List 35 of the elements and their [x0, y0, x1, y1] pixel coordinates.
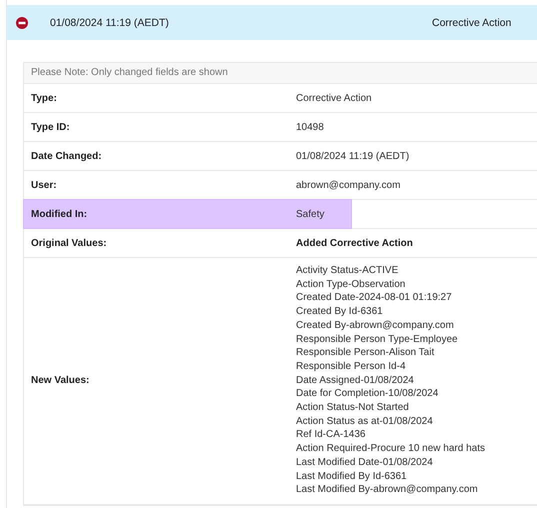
collapse-icon[interactable]	[16, 16, 28, 28]
field-value: Safety	[296, 208, 324, 220]
value-line: Created By-abrown@company.com	[296, 318, 455, 333]
entry-date: 01/08/2024 11:19 (AEDT)	[50, 16, 170, 28]
field-label: Date Changed:	[30, 150, 103, 162]
field-value: 01/08/2024 11:19 (AEDT)	[296, 150, 410, 162]
history-entry-header[interactable]: 01/08/2024 11:19 (AEDT) Corrective Action	[7, 5, 537, 40]
value-line: Last Modified Date-01/08/2024	[296, 456, 434, 470]
value-line: Last Modified By Id-6361	[296, 470, 408, 484]
field-label: Type:	[30, 92, 58, 104]
value-line: Date Assigned-01/08/2024	[296, 374, 415, 388]
value-line: Activity Status-ACTIVE	[296, 264, 400, 278]
value-line: Responsible Person-Alison Tait	[296, 346, 436, 360]
field-label: Modified In:	[30, 208, 88, 220]
value-line: Created By Id-6361	[296, 305, 384, 319]
value-line: Action Status as at-01/08/2024	[296, 414, 434, 428]
field-label: New Values:	[30, 375, 90, 386]
field-value: abrown@company.com	[296, 180, 400, 190]
value-line: Action Status-Not Started	[296, 401, 410, 415]
value-line: Responsible Person Type-Employee	[296, 332, 459, 346]
field-label: Original Values:	[30, 238, 108, 248]
value-line: Ref Id-CA-1436	[296, 428, 366, 442]
value-line: Action Type-Observation	[296, 278, 406, 292]
value-line: Responsible Person Id-4	[296, 360, 407, 374]
field-value: 10498	[296, 122, 324, 132]
note-text: Please Note: Only changed fields are shown	[24, 63, 537, 84]
value-line: Action Required-Procure 10 new hard hats	[296, 442, 485, 456]
value-line: Created Date-2024-08-01 01:19:27	[296, 291, 453, 306]
field-label: Type ID:	[30, 122, 71, 132]
value-line: Last Modified By-abrown@company.com	[296, 483, 479, 497]
entry-type: Corrective Action	[432, 16, 512, 28]
field-value: Added Corrective Action	[296, 238, 413, 248]
field-value: Corrective Action	[296, 92, 372, 104]
value-line: Date for Completion-10/08/2024	[296, 387, 440, 402]
field-label: User:	[30, 180, 58, 190]
